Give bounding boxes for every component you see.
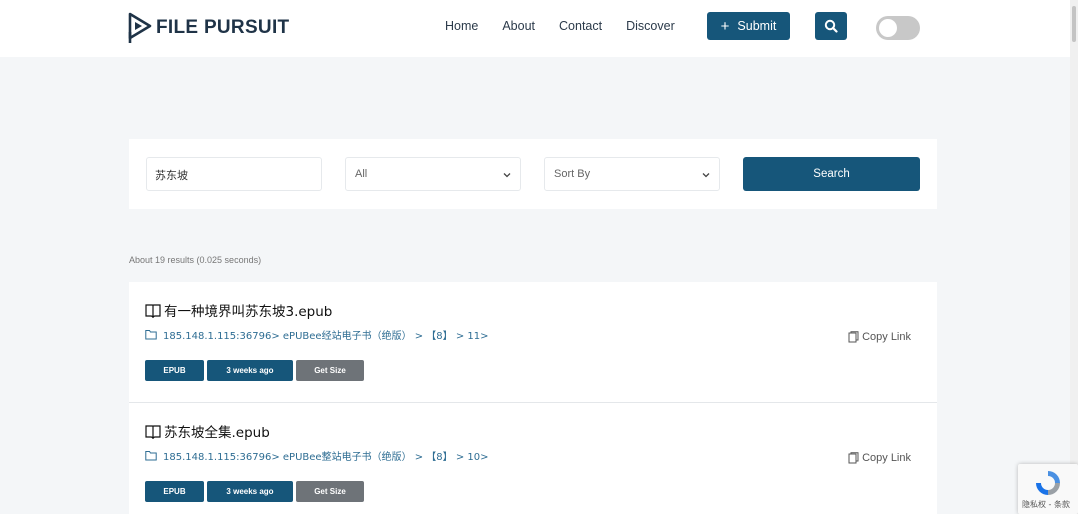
result-title[interactable]: 苏东坡全集.epub <box>145 421 270 441</box>
site-header: FILE PURSUIT Home About Contact Discover… <box>0 0 1070 57</box>
site-logo[interactable]: FILE PURSUIT <box>128 12 289 44</box>
chevron-down-icon <box>702 173 710 178</box>
theme-toggle[interactable] <box>876 16 920 40</box>
result-title[interactable]: 有一种境界叫苏东坡3.epub <box>145 300 332 320</box>
result-path[interactable]: 185.148.1.115:36796> ePUBee整站电子书（绝版） > 【… <box>145 448 489 463</box>
copy-link-button[interactable]: Copy Link <box>848 331 911 343</box>
copy-link-button[interactable]: Copy Link <box>848 452 911 464</box>
copy-icon <box>848 452 859 464</box>
sort-select[interactable]: Sort By <box>544 157 720 191</box>
result-card: 有一种境界叫苏东坡3.epub 185.148.1.115:36796> ePU… <box>129 282 937 402</box>
search-button[interactable]: Search <box>743 157 920 191</box>
folder-icon <box>145 451 157 461</box>
result-title-text: 苏东坡全集.epub <box>164 425 270 441</box>
submit-button[interactable]: + Submit <box>707 12 790 40</box>
copy-link-label: Copy Link <box>862 331 911 343</box>
scroll-thumb[interactable] <box>1072 6 1076 42</box>
logo-icon <box>128 12 152 43</box>
recaptcha-icon <box>1036 471 1060 495</box>
type-select-value: All <box>355 168 368 180</box>
sort-select-value: Sort By <box>554 168 591 180</box>
recaptcha-terms[interactable]: 隐私权 - 条款 <box>1022 499 1070 510</box>
file-age-badge: 3 weeks ago <box>207 360 293 381</box>
page-scrollbar[interactable] <box>1070 0 1078 514</box>
result-path[interactable]: 185.148.1.115:36796> ePUBee经站电子书（绝版） > 【… <box>145 327 489 342</box>
result-path-text: 185.148.1.115:36796> ePUBee整站电子书（绝版） > 【… <box>163 452 489 463</box>
folder-icon <box>145 330 157 340</box>
result-title-text: 有一种境界叫苏东坡3.epub <box>164 304 333 320</box>
result-card: 苏东坡全集.epub 185.148.1.115:36796> ePUBee整站… <box>129 403 937 514</box>
book-icon <box>145 424 161 439</box>
get-size-button[interactable]: Get Size <box>296 360 364 381</box>
logo-text: FILE PURSUIT <box>156 17 290 38</box>
file-age-badge: 3 weeks ago <box>207 481 293 502</box>
toggle-knob <box>879 19 897 37</box>
search-input[interactable]: 苏东坡 <box>146 157 322 191</box>
type-select[interactable]: All <box>345 157 521 191</box>
file-type-badge[interactable]: EPUB <box>145 481 204 502</box>
nav-about[interactable]: About <box>502 18 535 34</box>
result-path-text: 185.148.1.115:36796> ePUBee经站电子书（绝版） > 【… <box>163 331 489 342</box>
nav-contact[interactable]: Contact <box>559 18 602 34</box>
recaptcha-badge[interactable]: 隐私权 - 条款 <box>1018 464 1078 514</box>
nav-home[interactable]: Home <box>445 18 478 34</box>
book-icon <box>145 303 161 318</box>
copy-icon <box>848 331 859 343</box>
result-tags: EPUB 3 weeks ago Get Size <box>145 360 364 381</box>
header-search-button[interactable] <box>815 12 847 40</box>
main-nav: Home About Contact Discover <box>445 18 699 34</box>
search-panel: 苏东坡 All Sort By Search <box>129 139 937 209</box>
result-tags: EPUB 3 weeks ago Get Size <box>145 481 364 502</box>
nav-discover[interactable]: Discover <box>626 18 675 34</box>
search-icon <box>824 19 838 33</box>
results-summary: About 19 results (0.025 seconds) <box>129 255 262 265</box>
plus-icon: + <box>720 17 730 35</box>
get-size-button[interactable]: Get Size <box>296 481 364 502</box>
file-type-badge[interactable]: EPUB <box>145 360 204 381</box>
chevron-down-icon <box>503 173 511 178</box>
copy-link-label: Copy Link <box>862 452 911 464</box>
submit-label: Submit <box>737 19 777 33</box>
